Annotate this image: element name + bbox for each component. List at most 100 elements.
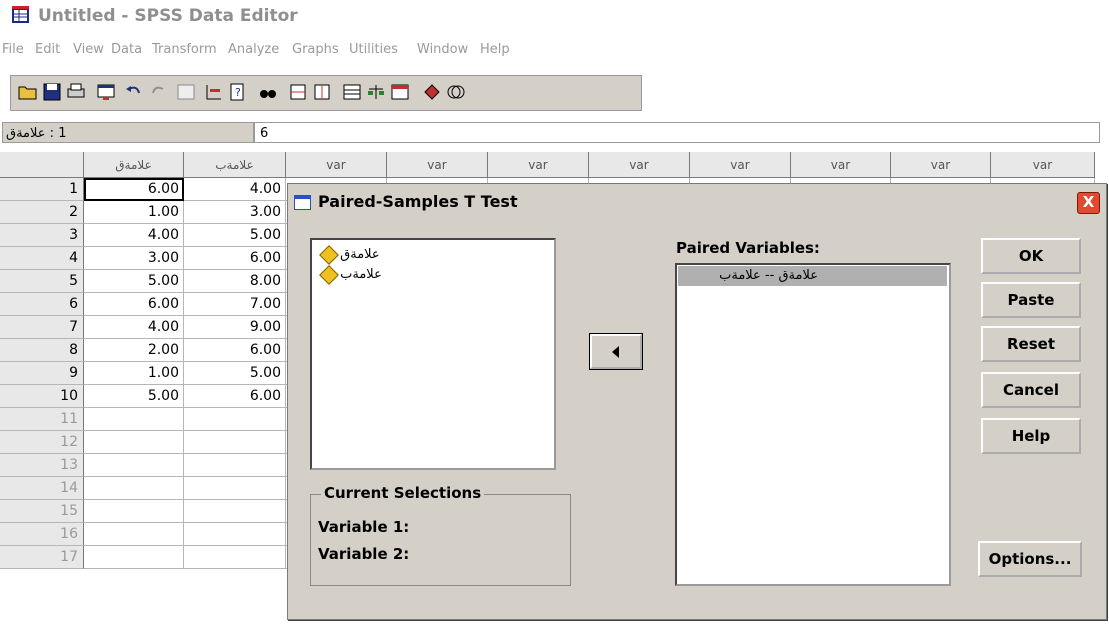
dialog-recall-icon[interactable] bbox=[95, 81, 117, 103]
column-header[interactable]: علامةق bbox=[84, 152, 184, 178]
menu-utilities[interactable]: Utilities bbox=[349, 42, 398, 57]
cancel-button[interactable]: Cancel bbox=[981, 372, 1081, 408]
table-cell[interactable]: 5.00 bbox=[184, 224, 286, 247]
paired-variables-list[interactable]: علامةق -- علامةب bbox=[675, 263, 951, 586]
goto-case-icon[interactable] bbox=[203, 81, 225, 103]
column-header[interactable]: var bbox=[387, 152, 488, 178]
source-variable-list[interactable]: علامةق علامةب bbox=[310, 238, 556, 470]
table-cell[interactable]: 3.00 bbox=[184, 201, 286, 224]
goto-chart-icon[interactable] bbox=[175, 81, 197, 103]
variables-icon[interactable]: ? bbox=[227, 81, 249, 103]
table-cell[interactable]: 3.00 bbox=[84, 247, 184, 270]
cell-value-field[interactable]: 6 bbox=[254, 122, 1100, 143]
column-header[interactable]: var bbox=[589, 152, 690, 178]
row-header[interactable]: 14 bbox=[0, 477, 84, 500]
redo-icon[interactable] bbox=[147, 81, 169, 103]
find-binoculars-icon[interactable] bbox=[257, 81, 279, 103]
menu-data[interactable]: Data bbox=[111, 42, 142, 57]
row-header[interactable]: 13 bbox=[0, 454, 84, 477]
select-cases-icon[interactable] bbox=[389, 81, 411, 103]
table-cell[interactable] bbox=[184, 454, 286, 477]
menu-edit[interactable]: Edit bbox=[35, 42, 60, 57]
table-cell[interactable] bbox=[84, 477, 184, 500]
row-header[interactable]: 1 bbox=[0, 178, 84, 201]
table-cell[interactable] bbox=[184, 408, 286, 431]
row-header[interactable]: 17 bbox=[0, 546, 84, 569]
insert-cases-icon[interactable] bbox=[287, 81, 309, 103]
table-cell[interactable] bbox=[184, 546, 286, 569]
save-icon[interactable] bbox=[41, 81, 63, 103]
table-cell[interactable]: 5.00 bbox=[184, 362, 286, 385]
table-cell[interactable]: 6.00 bbox=[184, 247, 286, 270]
table-cell[interactable] bbox=[84, 431, 184, 454]
table-cell[interactable] bbox=[84, 523, 184, 546]
menu-view[interactable]: View bbox=[73, 42, 104, 57]
menu-graphs[interactable]: Graphs bbox=[292, 42, 339, 57]
corner-header[interactable] bbox=[0, 152, 84, 178]
row-header[interactable]: 12 bbox=[0, 431, 84, 454]
table-cell[interactable]: 8.00 bbox=[184, 270, 286, 293]
table-cell[interactable]: 6.00 bbox=[84, 178, 184, 201]
row-header[interactable]: 3 bbox=[0, 224, 84, 247]
table-cell[interactable]: 7.00 bbox=[184, 293, 286, 316]
table-cell[interactable]: 2.00 bbox=[84, 339, 184, 362]
row-header[interactable]: 6 bbox=[0, 293, 84, 316]
table-cell[interactable]: 1.00 bbox=[84, 362, 184, 385]
table-cell[interactable] bbox=[184, 523, 286, 546]
value-labels-icon[interactable] bbox=[421, 81, 443, 103]
column-header[interactable]: var bbox=[488, 152, 589, 178]
paste-button[interactable]: Paste bbox=[981, 282, 1081, 318]
row-header[interactable]: 15 bbox=[0, 500, 84, 523]
row-header[interactable]: 11 bbox=[0, 408, 84, 431]
table-cell[interactable] bbox=[84, 408, 184, 431]
use-sets-icon[interactable] bbox=[445, 81, 467, 103]
table-cell[interactable] bbox=[184, 500, 286, 523]
close-icon[interactable]: X bbox=[1077, 192, 1100, 214]
ok-button[interactable]: OK bbox=[981, 238, 1081, 274]
table-cell[interactable]: 1.00 bbox=[84, 201, 184, 224]
open-folder-icon[interactable] bbox=[17, 81, 39, 103]
menu-analyze[interactable]: Analyze bbox=[228, 42, 279, 57]
table-cell[interactable]: 4.00 bbox=[84, 316, 184, 339]
table-cell[interactable]: 5.00 bbox=[84, 270, 184, 293]
row-header[interactable]: 8 bbox=[0, 339, 84, 362]
table-cell[interactable]: 6.00 bbox=[184, 385, 286, 408]
list-item[interactable]: علامةق -- علامةب bbox=[678, 266, 947, 286]
menu-transform[interactable]: Transform bbox=[152, 42, 217, 57]
table-cell[interactable]: 4.00 bbox=[184, 178, 286, 201]
list-item[interactable]: علامةق bbox=[318, 244, 380, 265]
list-item[interactable]: علامةب bbox=[318, 264, 382, 285]
table-cell[interactable]: 5.00 bbox=[84, 385, 184, 408]
table-cell[interactable] bbox=[184, 477, 286, 500]
split-file-icon[interactable] bbox=[341, 81, 363, 103]
table-cell[interactable] bbox=[84, 500, 184, 523]
insert-variable-icon[interactable] bbox=[311, 81, 333, 103]
help-button[interactable]: Help bbox=[981, 418, 1081, 454]
table-cell[interactable]: 6.00 bbox=[184, 339, 286, 362]
move-variable-button[interactable] bbox=[589, 333, 643, 370]
undo-icon[interactable] bbox=[123, 81, 145, 103]
table-cell[interactable] bbox=[84, 546, 184, 569]
column-header[interactable]: var bbox=[690, 152, 791, 178]
row-header[interactable]: 16 bbox=[0, 523, 84, 546]
row-header[interactable]: 4 bbox=[0, 247, 84, 270]
row-header[interactable]: 10 bbox=[0, 385, 84, 408]
column-header[interactable]: var bbox=[791, 152, 891, 178]
row-header[interactable]: 7 bbox=[0, 316, 84, 339]
menu-help[interactable]: Help bbox=[480, 42, 510, 57]
reset-button[interactable]: Reset bbox=[981, 326, 1081, 362]
column-header[interactable]: var bbox=[991, 152, 1095, 178]
table-cell[interactable]: 6.00 bbox=[84, 293, 184, 316]
print-icon[interactable] bbox=[65, 81, 87, 103]
column-header[interactable]: علامةب bbox=[184, 152, 286, 178]
row-header[interactable]: 5 bbox=[0, 270, 84, 293]
row-header[interactable]: 9 bbox=[0, 362, 84, 385]
row-header[interactable]: 2 bbox=[0, 201, 84, 224]
menu-window[interactable]: Window bbox=[417, 42, 468, 57]
table-cell[interactable]: 4.00 bbox=[84, 224, 184, 247]
table-cell[interactable] bbox=[84, 454, 184, 477]
column-header[interactable]: var bbox=[891, 152, 991, 178]
table-cell[interactable]: 9.00 bbox=[184, 316, 286, 339]
column-header[interactable]: var bbox=[286, 152, 387, 178]
menu-file[interactable]: File bbox=[2, 42, 24, 57]
